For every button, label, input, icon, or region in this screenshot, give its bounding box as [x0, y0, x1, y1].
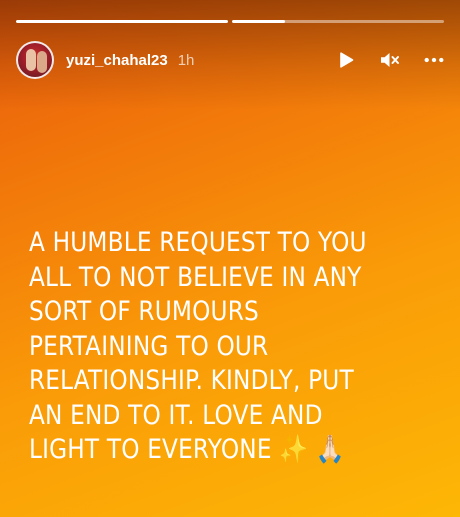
- story-progress-bar: [16, 20, 444, 23]
- progress-segment-1: [16, 20, 228, 23]
- play-icon: [340, 52, 354, 68]
- story-viewer[interactable]: yuzi_chahal23 1h A HUMBLE REQUEST TO YOU…: [0, 0, 460, 517]
- avatar[interactable]: [16, 41, 54, 79]
- muted-speaker-icon: [381, 53, 399, 67]
- progress-fill-2: [232, 20, 285, 23]
- more-options-button[interactable]: [424, 50, 444, 70]
- mute-button[interactable]: [380, 50, 400, 70]
- progress-segment-2: [232, 20, 444, 23]
- story-header: yuzi_chahal23 1h: [16, 40, 444, 80]
- more-options-icon: [424, 57, 444, 63]
- story-text: A HUMBLE REQUEST TO YOU ALL TO NOT BELIE…: [29, 227, 367, 465]
- play-button[interactable]: [336, 50, 356, 70]
- progress-fill-1: [16, 20, 228, 23]
- story-controls: [336, 50, 444, 70]
- post-time: 1h: [177, 51, 195, 69]
- username[interactable]: yuzi_chahal23: [66, 52, 168, 69]
